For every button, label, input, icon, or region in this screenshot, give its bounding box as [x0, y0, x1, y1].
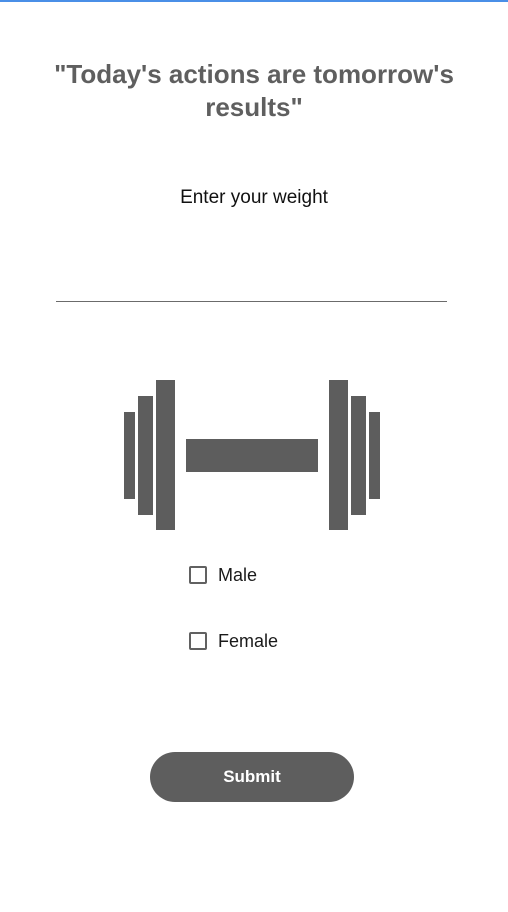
- dumbbell-left-outer-plate: [124, 412, 135, 499]
- dumbbell-right-middle-plate: [351, 396, 366, 515]
- female-checkbox-row[interactable]: Female: [187, 629, 278, 653]
- male-checkbox-row[interactable]: Male: [187, 563, 257, 587]
- male-checkbox[interactable]: [189, 566, 207, 584]
- submit-button[interactable]: Submit: [150, 752, 354, 802]
- weight-input[interactable]: [56, 262, 447, 302]
- dumbbell-right-inner-plate: [329, 380, 348, 530]
- dumbbell-left-inner-plate: [156, 380, 175, 530]
- dumbbell-left-middle-plate: [138, 396, 153, 515]
- weight-label: Enter your weight: [180, 187, 328, 208]
- dumbbell-right-outer-plate: [369, 412, 380, 499]
- dumbbell-bar: [186, 439, 318, 472]
- male-label: Male: [218, 564, 258, 585]
- motivational-quote: "Today's actions are tomorrow's results": [54, 59, 454, 122]
- dumbbell-icon: [118, 372, 386, 538]
- female-checkbox[interactable]: [189, 632, 207, 650]
- top-accent-line: [0, 0, 508, 2]
- female-label: Female: [218, 630, 279, 651]
